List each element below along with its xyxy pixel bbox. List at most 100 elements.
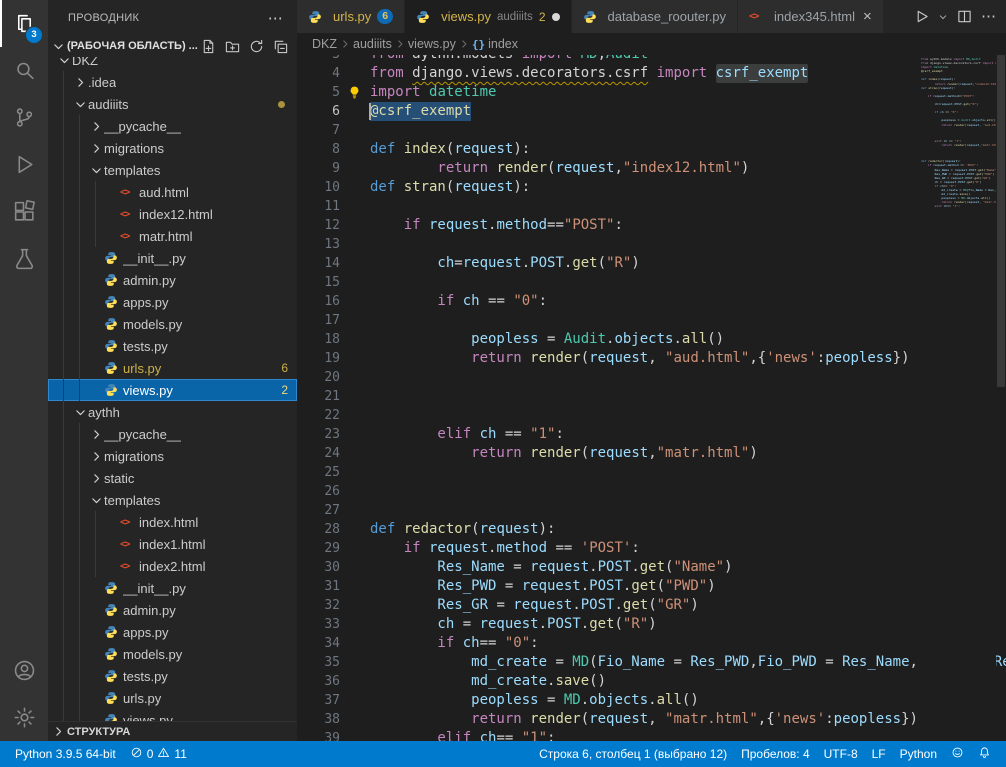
- line-number[interactable]: 15: [297, 275, 340, 290]
- line-number[interactable]: 13: [297, 237, 340, 252]
- code-line-39[interactable]: 39elif ch== "1":: [297, 729, 1006, 741]
- collapse-all-button[interactable]: [272, 38, 289, 55]
- tree-item-__init__.py[interactable]: __init__.py: [48, 247, 297, 269]
- refresh-button[interactable]: [248, 38, 265, 55]
- line-number[interactable]: 9: [297, 161, 340, 176]
- settings-activity-button[interactable]: [0, 694, 48, 741]
- tab-database_roouter.py[interactable]: database_roouter.py: [572, 0, 739, 33]
- code-line-11[interactable]: 11: [297, 197, 1006, 216]
- status-python-interpreter[interactable]: Python 3.9.5 64-bit: [8, 741, 123, 767]
- tree-item-admin.py[interactable]: admin.py: [48, 599, 297, 621]
- scrollbar-slider[interactable]: [997, 55, 1005, 387]
- run-dropdown-button[interactable]: [938, 12, 948, 22]
- line-number[interactable]: 26: [297, 484, 340, 499]
- line-number[interactable]: 20: [297, 370, 340, 385]
- status-cursor-position[interactable]: Строка 6, столбец 1 (выбрано 12): [532, 741, 734, 767]
- line-number[interactable]: 19: [297, 351, 340, 366]
- code-line-34[interactable]: 34if ch== "0":: [297, 634, 1006, 653]
- code-line-5[interactable]: 5import datetime: [297, 83, 1006, 102]
- tree-item-templates[interactable]: templates: [48, 159, 297, 181]
- tree-item-matr.html[interactable]: <>matr.html: [48, 225, 297, 247]
- tree-item-.idea[interactable]: .idea: [48, 71, 297, 93]
- line-number[interactable]: 38: [297, 712, 340, 727]
- line-number[interactable]: 22: [297, 408, 340, 423]
- code-line-12[interactable]: 12if request.method=="POST":: [297, 216, 1006, 235]
- code-editor[interactable]: 3from aythh.models import MD,Audit4from …: [297, 55, 1006, 741]
- tree-item-migrations[interactable]: migrations: [48, 445, 297, 467]
- code-line-16[interactable]: 16if ch == "0":: [297, 292, 1006, 311]
- tab-views.py[interactable]: views.pyaudiiits2: [405, 0, 571, 33]
- code-line-27[interactable]: 27: [297, 501, 1006, 520]
- status-language-mode[interactable]: Python: [893, 741, 944, 767]
- line-number[interactable]: 39: [297, 731, 340, 741]
- line-number[interactable]: 24: [297, 446, 340, 461]
- search-activity-button[interactable]: [0, 47, 48, 94]
- extensions-activity-button[interactable]: [0, 188, 48, 235]
- tree-item-urls.py[interactable]: urls.py: [48, 687, 297, 709]
- code-line-20[interactable]: 20: [297, 368, 1006, 387]
- tree-item-DKZ[interactable]: DKZ: [48, 57, 297, 71]
- line-number[interactable]: 3: [297, 55, 340, 62]
- split-editor-button[interactable]: [957, 9, 972, 24]
- line-number[interactable]: 34: [297, 636, 340, 651]
- code-line-30[interactable]: 30Res_Name = request.POST.get("Name"): [297, 558, 1006, 577]
- status-problems[interactable]: 011: [123, 741, 194, 767]
- line-number[interactable]: 18: [297, 332, 340, 347]
- tree-item-index1.html[interactable]: <>index1.html: [48, 533, 297, 555]
- code-line-35[interactable]: 35md_create = MD(Fio_Name = Res_PWD,Fio_…: [297, 653, 1006, 672]
- tree-item-apps.py[interactable]: apps.py: [48, 291, 297, 313]
- breadcrumb-DKZ[interactable]: DKZ: [312, 37, 337, 51]
- tree-item-index.html[interactable]: <>index.html: [48, 511, 297, 533]
- code-line-26[interactable]: 26: [297, 482, 1006, 501]
- source-control-activity-button[interactable]: [0, 94, 48, 141]
- status-notifications[interactable]: [971, 741, 998, 767]
- line-number[interactable]: 10: [297, 180, 340, 195]
- tree-item-__pycache__[interactable]: __pycache__: [48, 115, 297, 137]
- run-python-file-button[interactable]: [914, 9, 929, 24]
- code-line-18[interactable]: 18peopless = Audit.objects.all(): [297, 330, 1006, 349]
- tree-item-views.py[interactable]: views.py2: [48, 379, 297, 401]
- minimap[interactable]: from aythh.models import MD,Auditfrom dj…: [918, 55, 996, 741]
- code-line-24[interactable]: 24return render(request,"matr.html"): [297, 444, 1006, 463]
- code-line-17[interactable]: 17: [297, 311, 1006, 330]
- tree-item-tests.py[interactable]: tests.py: [48, 335, 297, 357]
- tree-item-apps.py[interactable]: apps.py: [48, 621, 297, 643]
- explorer-activity-button[interactable]: 3: [0, 0, 48, 47]
- line-number[interactable]: 6: [297, 104, 340, 119]
- line-number[interactable]: 14: [297, 256, 340, 271]
- status-feedback[interactable]: [944, 741, 971, 767]
- tree-item-__pycache__[interactable]: __pycache__: [48, 423, 297, 445]
- tree-item-templates[interactable]: templates: [48, 489, 297, 511]
- code-line-22[interactable]: 22: [297, 406, 1006, 425]
- line-number[interactable]: 28: [297, 522, 340, 537]
- code-line-32[interactable]: 32Res_GR = request.POST.get("GR"): [297, 596, 1006, 615]
- code-line-6[interactable]: 6@csrf_exempt: [297, 102, 1006, 121]
- tree-item-migrations[interactable]: migrations: [48, 137, 297, 159]
- status-eol[interactable]: LF: [865, 741, 893, 767]
- line-number[interactable]: 31: [297, 579, 340, 594]
- line-number[interactable]: 29: [297, 541, 340, 556]
- code-line-31[interactable]: 31Res_PWD = request.POST.get("PWD"): [297, 577, 1006, 596]
- code-line-29[interactable]: 29if request.method == 'POST':: [297, 539, 1006, 558]
- line-number[interactable]: 30: [297, 560, 340, 575]
- breadcrumb-audiiits[interactable]: audiiits: [353, 37, 392, 51]
- run-debug-activity-button[interactable]: [0, 141, 48, 188]
- tree-item-__init__.py[interactable]: __init__.py: [48, 577, 297, 599]
- tree-item-index2.html[interactable]: <>index2.html: [48, 555, 297, 577]
- breadcrumb-views.py[interactable]: views.py: [408, 37, 456, 51]
- tree-item-static[interactable]: static: [48, 467, 297, 489]
- tree-item-admin.py[interactable]: admin.py: [48, 269, 297, 291]
- line-number[interactable]: 25: [297, 465, 340, 480]
- tree-item-audiiits[interactable]: audiiits: [48, 93, 297, 115]
- code-line-14[interactable]: 14ch=request.POST.get("R"): [297, 254, 1006, 273]
- code-line-33[interactable]: 33ch = request.POST.get("R"): [297, 615, 1006, 634]
- outline-section-header[interactable]: СТРУКТУРА: [48, 721, 297, 741]
- new-folder-button[interactable]: [224, 38, 241, 55]
- line-number[interactable]: 7: [297, 123, 340, 138]
- more-actions-button[interactable]: ⋯: [981, 9, 996, 24]
- code-line-3[interactable]: 3from aythh.models import MD,Audit: [297, 55, 1006, 64]
- line-number[interactable]: 27: [297, 503, 340, 518]
- breadcrumb-index[interactable]: {}index: [472, 37, 518, 51]
- line-number[interactable]: 23: [297, 427, 340, 442]
- code-line-9[interactable]: 9return render(request,"index12.html"): [297, 159, 1006, 178]
